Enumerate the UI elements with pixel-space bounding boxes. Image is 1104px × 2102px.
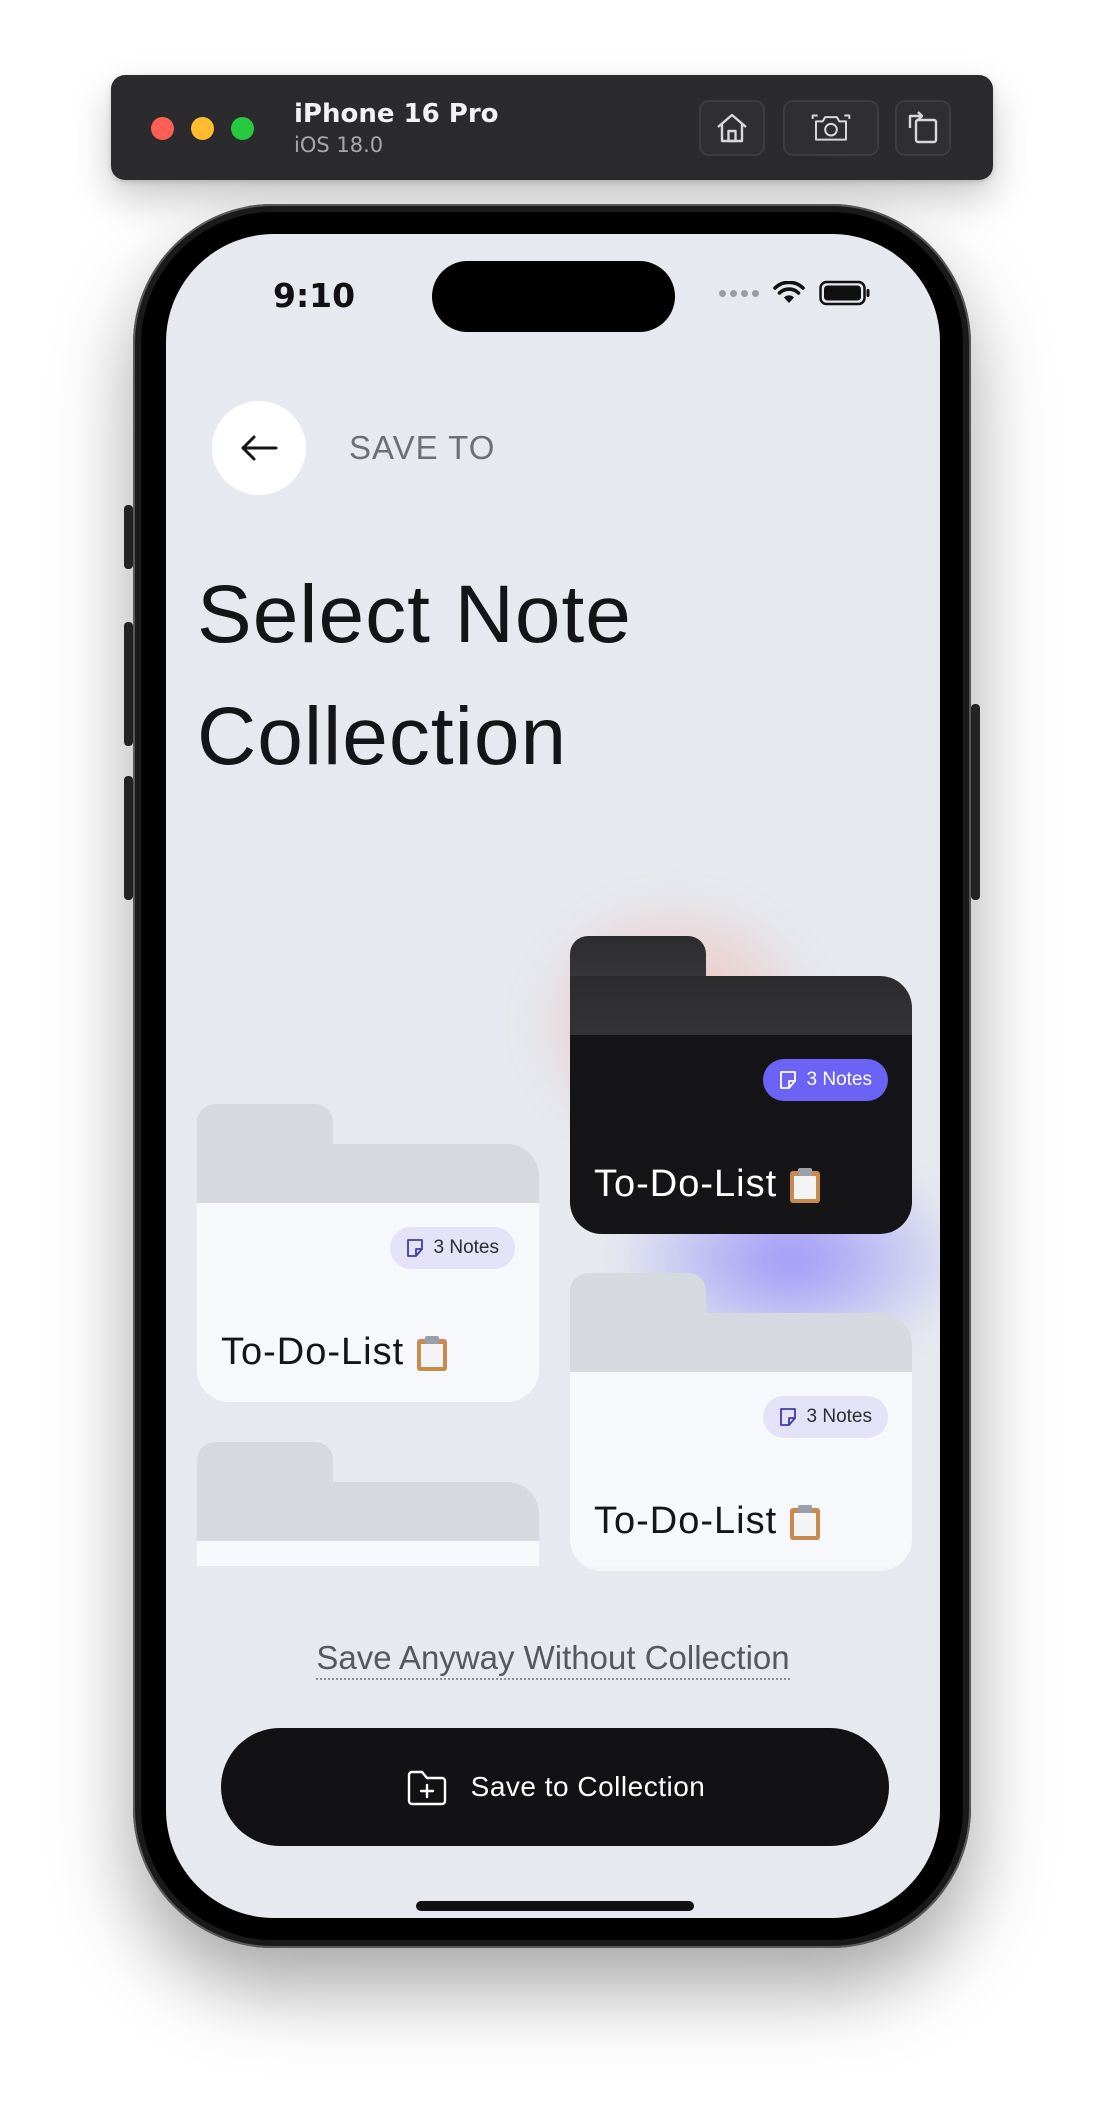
os-version: iOS 18.0: [294, 133, 384, 157]
arrow-left-icon: [241, 435, 278, 461]
collection-title: To-Do-List: [594, 1163, 823, 1206]
action-button: [124, 505, 133, 569]
note-icon: [779, 1408, 796, 1426]
list-fade: [166, 1564, 940, 1600]
save-without-collection-text: Save Anyway Without Collection: [316, 1639, 790, 1680]
folder-front: 3 Notes To-Do-List: [570, 1372, 912, 1571]
save-to-collection-button[interactable]: Save to Collection: [221, 1728, 889, 1846]
collection-card-selected[interactable]: 3 Notes To-Do-List: [570, 936, 912, 1234]
page-title-line1: Select Note: [197, 569, 632, 660]
folder-front: [197, 1541, 539, 1566]
folder-front: 3 Notes To-Do-List: [197, 1203, 539, 1402]
home-indicator[interactable]: [416, 1901, 694, 1911]
status-icons: [719, 280, 871, 306]
home-icon: [717, 113, 747, 143]
device-name: iPhone 16 Pro: [294, 99, 499, 129]
folder-front: 3 Notes To-Do-List: [570, 1035, 912, 1234]
save-without-collection-link[interactable]: Save Anyway Without Collection: [166, 1639, 940, 1680]
clipboard-icon: [790, 1167, 821, 1203]
collection-card[interactable]: 3 Notes To-Do-List: [570, 1273, 912, 1571]
collection-name: To-Do-List: [594, 1500, 778, 1542]
collection-name: To-Do-List: [594, 1163, 778, 1205]
dynamic-island: [432, 261, 675, 332]
zoom-window-button[interactable]: [231, 117, 254, 140]
screenshot-icon: [811, 114, 851, 141]
note-count-text: 3 Notes: [806, 1069, 872, 1090]
save-to-collection-label: Save to Collection: [470, 1771, 706, 1802]
minimize-window-button[interactable]: [191, 117, 214, 140]
collection-name: To-Do-List: [221, 1331, 405, 1373]
wifi-icon: [773, 281, 805, 303]
note-icon: [406, 1239, 423, 1257]
home-button[interactable]: [699, 100, 765, 156]
battery-icon: [819, 280, 870, 306]
note-count-text: 3 Notes: [806, 1406, 872, 1427]
power-button: [971, 704, 980, 900]
page-title-line2: Collection: [197, 691, 568, 782]
screenshot-button[interactable]: [783, 100, 879, 156]
back-button[interactable]: [212, 401, 306, 495]
simulator-toolbar: iPhone 16 Pro iOS 18.0: [111, 75, 993, 180]
clipboard-icon: [790, 1504, 821, 1540]
collection-card-partial[interactable]: [197, 1442, 539, 1566]
folder-plus-icon: [407, 1770, 446, 1806]
collection-card[interactable]: 3 Notes To-Do-List: [197, 1104, 539, 1402]
note-icon: [779, 1071, 796, 1089]
volume-down-button: [124, 776, 133, 900]
rotate-icon: [908, 111, 938, 144]
status-time: 9:10: [273, 276, 356, 315]
note-count-text: 3 Notes: [433, 1237, 499, 1258]
rotate-button[interactable]: [895, 100, 951, 156]
volume-up-button: [124, 622, 133, 746]
app-screen: 9:10 SAVE TO Select Note Collection 3 No…: [166, 234, 940, 1918]
cellular-icon: [719, 289, 759, 297]
note-count-badge: 3 Notes: [389, 1227, 515, 1269]
page-title: Select Note Collection: [197, 554, 897, 798]
section-label: SAVE TO: [349, 429, 496, 466]
collection-title: To-Do-List: [594, 1500, 823, 1543]
collection-title: To-Do-List: [221, 1331, 450, 1374]
folder-partial: [197, 1442, 539, 1566]
note-count-badge: 3 Notes: [762, 1396, 888, 1438]
note-count-badge: 3 Notes: [762, 1059, 888, 1101]
clipboard-icon: [417, 1335, 448, 1371]
close-window-button[interactable]: [151, 117, 174, 140]
